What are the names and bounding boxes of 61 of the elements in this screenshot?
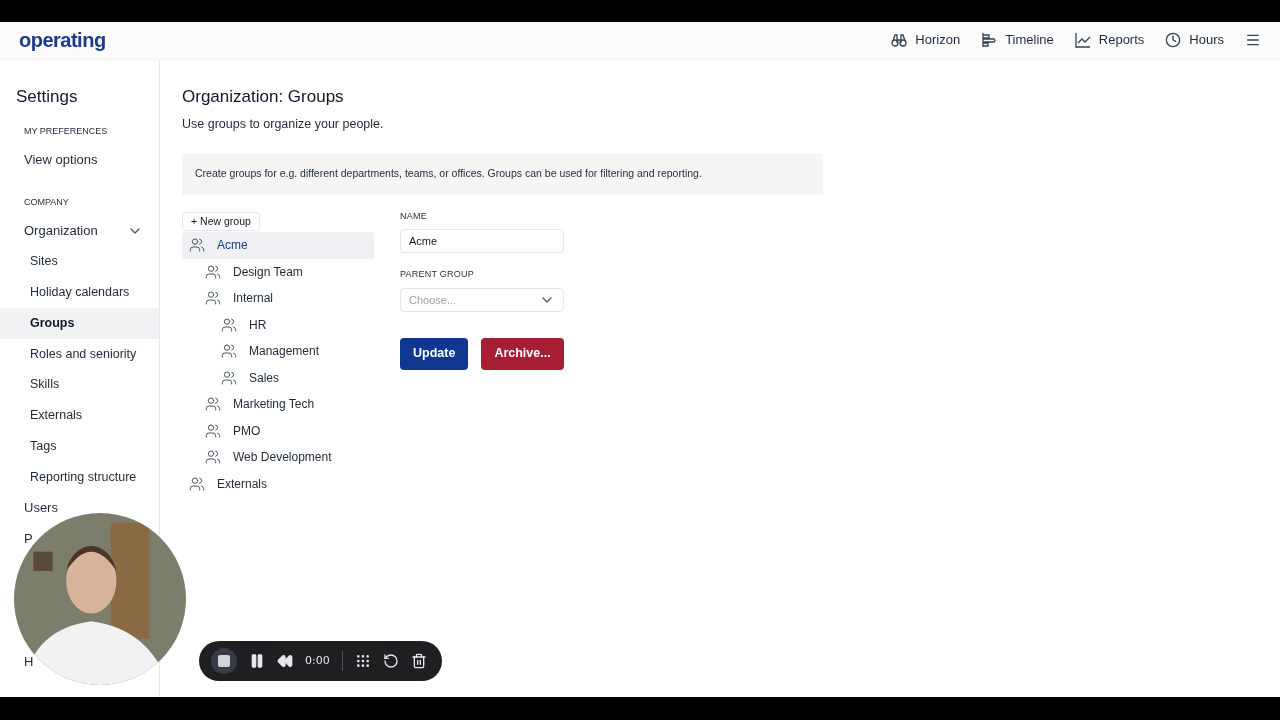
group-tree-item[interactable]: Web Development	[182, 444, 374, 471]
nav-link[interactable]: Horizon	[891, 30, 961, 50]
field-label: PARENT GROUP	[400, 268, 475, 282]
restart-icon[interactable]	[382, 653, 399, 669]
group-tree-item[interactable]: HR	[182, 311, 374, 339]
pause-icon[interactable]	[249, 653, 265, 669]
group-icon	[205, 449, 221, 466]
group-icon	[221, 343, 237, 360]
group-tree-item[interactable]: PMO	[182, 417, 374, 445]
sidebar-item[interactable]: H	[24, 646, 34, 678]
grid-icon[interactable]	[354, 653, 371, 669]
group-tree-item[interactable]: Marketing Tech	[182, 391, 374, 418]
page-title: Organization: Groups	[182, 85, 345, 108]
field-label: NAME	[400, 209, 428, 223]
group-tree-item[interactable]: Acme	[182, 232, 374, 259]
archive-button[interactable]: Archive...	[481, 337, 564, 370]
group-tree-item[interactable]: Internal	[182, 285, 374, 312]
page-subtitle: Use groups to organize your people.	[182, 116, 385, 134]
group-tree-item[interactable]: Sales	[182, 364, 374, 392]
nav-link[interactable]: Reports	[1074, 30, 1145, 50]
group-icon	[221, 317, 237, 333]
group-tree-item[interactable]: Design Team	[182, 258, 374, 286]
group-icon	[205, 423, 221, 439]
sidebar-title: Settings	[15, 85, 79, 108]
sidebar-item[interactable]: Tags	[0, 430, 159, 462]
sidebar-item[interactable]: Sites	[0, 246, 159, 277]
sidebar-item[interactable]: Groups	[0, 307, 159, 339]
new-group-button[interactable]: + New group	[182, 212, 260, 232]
nav-link[interactable]: Hours	[1165, 30, 1224, 50]
clock-icon	[1165, 32, 1182, 49]
group-icon	[205, 396, 221, 413]
logo[interactable]: operating	[19, 25, 106, 56]
sidebar-item[interactable]: Reporting structure	[0, 461, 159, 493]
info-banner: Create groups for e.g. different departments, teams, or offices. Groups can be used for filtering and reporting.	[182, 153, 823, 195]
delete-icon[interactable]	[410, 653, 427, 669]
group-tree-item[interactable]: Externals	[182, 470, 374, 498]
line-chart-icon	[1074, 32, 1091, 49]
group-icon	[189, 476, 205, 492]
sidebar-item[interactable]: P	[24, 523, 33, 555]
name-field[interactable]: Acme	[400, 229, 564, 254]
sidebar-item[interactable]: View options	[24, 144, 98, 176]
section-heading: MY PREFERENCES	[23, 125, 109, 139]
recording-time: 0:00	[305, 652, 330, 669]
group-icon	[221, 370, 237, 386]
section-heading: COMPANY	[23, 195, 70, 209]
sidebar-item[interactable]: Users	[24, 492, 58, 524]
timeline-icon	[981, 32, 998, 49]
sidebar-item[interactable]: Externals	[0, 400, 159, 431]
group-icon	[189, 237, 205, 254]
nav-link[interactable]: Timeline	[981, 30, 1054, 50]
sidebar-item[interactable]: Skills	[0, 369, 159, 401]
group-tree-item[interactable]: Management	[182, 338, 374, 365]
update-button[interactable]: Update	[400, 337, 469, 370]
stop-button[interactable]	[211, 648, 237, 674]
sidebar-item[interactable]: Holiday calendars	[0, 276, 159, 308]
group-icon	[205, 264, 221, 280]
sidebar-item[interactable]: Roles and seniority	[0, 338, 159, 370]
rewind-icon[interactable]	[277, 653, 293, 669]
sidebar-item[interactable]: Organization	[0, 215, 159, 247]
group-icon	[205, 290, 221, 307]
binoculars-icon	[891, 32, 908, 49]
